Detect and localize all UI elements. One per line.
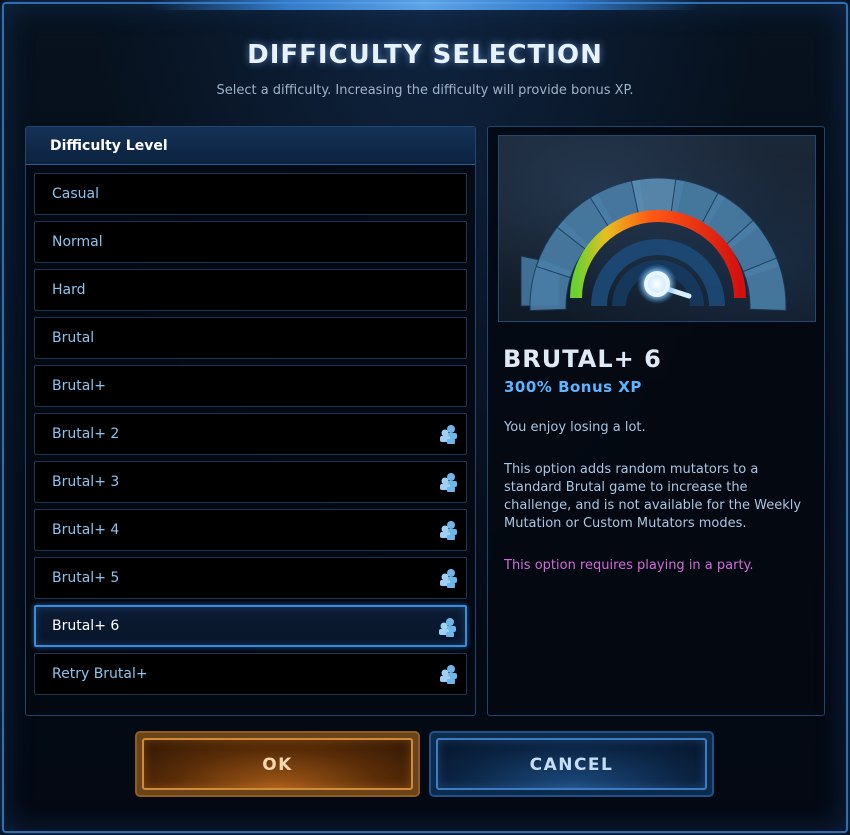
ok-button-frame: OK	[135, 731, 420, 797]
gauge-svg	[520, 177, 787, 311]
ok-button[interactable]: OK	[142, 738, 413, 790]
difficulty-details-panel: BRUTAL+ 6 300% Bonus XP You enjoy losing…	[487, 126, 825, 716]
difficulty-option-label: Brutal	[52, 330, 95, 346]
dialog-title: DIFFICULTY SELECTION	[247, 40, 603, 70]
difficulty-option[interactable]: Retry Brutal+	[34, 653, 467, 695]
difficulty-flavor-text: You enjoy losing a lot.	[504, 420, 646, 435]
difficulty-option[interactable]: Brutal+ 4	[34, 509, 467, 551]
difficulty-option-label: Brutal+ 6	[52, 618, 120, 634]
difficulty-option[interactable]: Brutal+	[34, 365, 467, 407]
party-icon	[437, 617, 459, 639]
party-icon	[438, 424, 460, 446]
party-icon	[438, 664, 460, 686]
difficulty-option[interactable]: Casual	[34, 173, 467, 215]
difficulty-option[interactable]: Brutal+ 3	[34, 461, 467, 503]
difficulty-option-label: Brutal+ 4	[52, 522, 120, 538]
difficulty-option-label: Brutal+ 3	[52, 474, 120, 490]
difficulty-option[interactable]: Brutal+ 2	[34, 413, 467, 455]
difficulty-option[interactable]: Normal	[34, 221, 467, 263]
difficulty-option-label: Hard	[52, 282, 86, 298]
difficulty-option[interactable]: Hard	[34, 269, 467, 311]
difficulty-option[interactable]: Brutal+ 6	[34, 605, 467, 647]
top-glow-bar	[150, 0, 700, 10]
difficulty-option-label: Brutal+ 5	[52, 570, 120, 586]
party-icon	[438, 568, 460, 590]
difficulty-list-header: Difficulty Level	[26, 127, 475, 165]
difficulty-option[interactable]: Brutal+ 5	[34, 557, 467, 599]
difficulty-option[interactable]: Brutal	[34, 317, 467, 359]
dialog-subtitle: Select a difficulty. Increasing the diff…	[216, 83, 634, 98]
cancel-button[interactable]: CANCEL	[436, 738, 707, 790]
difficulty-option-label: Normal	[52, 234, 103, 250]
difficulty-option-label: Brutal+	[52, 378, 106, 394]
difficulty-gauge-icon	[498, 135, 816, 322]
difficulty-option-label: Retry Brutal+	[52, 666, 148, 682]
selected-difficulty-title: BRUTAL+ 6	[503, 345, 662, 373]
difficulty-list-panel: Difficulty Level Casual Normal Hard Brutal B…	[25, 126, 476, 716]
party-icon	[438, 520, 460, 542]
party-requirement-note: This option requires playing in a party.	[504, 558, 754, 573]
difficulty-option-label: Casual	[52, 186, 99, 202]
cancel-button-frame: CANCEL	[429, 731, 714, 797]
bonus-xp-label: 300% Bonus XP	[504, 378, 642, 396]
party-icon	[438, 472, 460, 494]
difficulty-description: This option adds random mutators to a st…	[504, 462, 802, 531]
difficulty-option-label: Brutal+ 2	[52, 426, 120, 442]
